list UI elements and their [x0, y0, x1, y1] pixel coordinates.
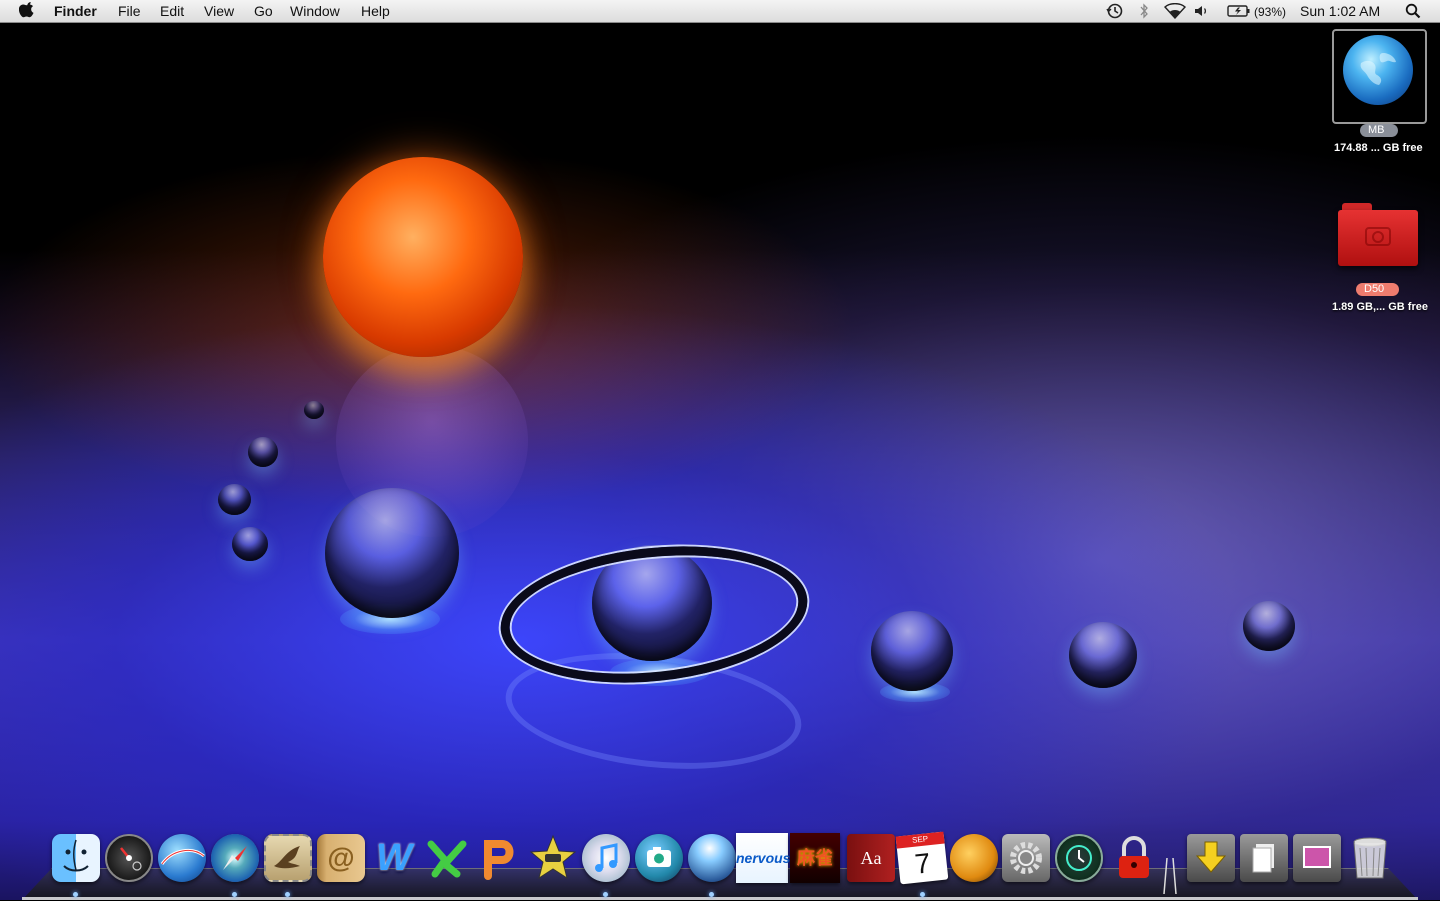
word-icon[interactable]: W — [370, 834, 418, 882]
imovie-icon[interactable] — [529, 834, 577, 882]
dictionary-glyph: Aa — [860, 848, 882, 868]
menu-help[interactable]: Help — [361, 3, 390, 19]
calendar-icon[interactable]: SEP 7 — [895, 831, 949, 885]
red-folder-icon[interactable] — [1338, 210, 1418, 266]
safari-running-indicator — [232, 892, 237, 897]
globe-drive-icon[interactable] — [1343, 35, 1413, 105]
compass-needle — [223, 846, 247, 870]
download-arrow-icon — [1195, 841, 1227, 873]
trash-icon[interactable] — [1346, 834, 1394, 882]
address-book-icon[interactable]: @ — [317, 834, 365, 882]
mail-running-indicator — [285, 892, 290, 897]
camera-emblem-icon — [1365, 227, 1391, 246]
padlock-icon[interactable] — [1110, 834, 1158, 882]
orb-running-indicator — [709, 892, 714, 897]
itunes-running-indicator — [603, 892, 608, 897]
volume-icon[interactable] — [1194, 3, 1210, 19]
safari-icon[interactable] — [211, 834, 259, 882]
camera-glyph — [647, 847, 671, 867]
google-earth-icon[interactable] — [158, 834, 206, 882]
planet-neptune — [1069, 622, 1137, 688]
music-note — [595, 843, 618, 872]
volume-name-mb[interactable]: MB — [1360, 124, 1398, 137]
menu-go[interactable]: Go — [254, 3, 273, 19]
menu-view[interactable]: View — [204, 3, 234, 19]
dashboard-icon[interactable] — [105, 834, 153, 882]
downloads-stack-icon[interactable] — [1187, 834, 1235, 882]
menu-edit[interactable]: Edit — [160, 3, 184, 19]
planet-jupiter — [325, 488, 459, 618]
menu-window[interactable]: Window — [290, 3, 340, 19]
planet-uranus — [871, 611, 953, 691]
earth-swoosh — [160, 848, 205, 865]
apple-menu-icon[interactable] — [19, 2, 35, 20]
game-icon[interactable] — [950, 834, 998, 882]
powerpoint-icon[interactable] — [476, 834, 524, 882]
trash-can-glyph — [1353, 837, 1387, 879]
calendar-day: 7 — [913, 847, 932, 880]
finder-running-indicator — [73, 892, 78, 897]
document-icon — [1252, 844, 1274, 873]
time-machine-icon[interactable] — [1106, 3, 1124, 19]
time-machine-app-icon[interactable] — [1055, 834, 1103, 882]
planet-mercury — [304, 401, 324, 419]
battery-percent: (93%) — [1254, 5, 1287, 19]
volume-info-d50: 1.89 GB,... GB free — [1332, 301, 1428, 313]
sun-sphere — [323, 157, 523, 357]
volume-info-mb: 174.88 ... GB free — [1334, 142, 1423, 154]
wifi-icon[interactable] — [1164, 3, 1186, 19]
dictionary-icon[interactable]: Aa — [847, 834, 895, 882]
orb-icon[interactable] — [688, 834, 736, 882]
volume-name-d50[interactable]: D50 — [1356, 283, 1399, 296]
pictures-stack-icon[interactable] — [1293, 834, 1341, 882]
gear-icon — [1010, 842, 1042, 874]
dock-separator[interactable] — [1163, 858, 1177, 894]
menu-clock[interactable]: Sun 1:02 AM — [1300, 3, 1380, 19]
planet-mars — [232, 527, 268, 561]
picture-icon — [1303, 846, 1331, 868]
menu-bar: Finder File Edit View Go Window Help (93… — [0, 0, 1440, 23]
clock-glyph — [1066, 845, 1092, 871]
mahjong-icon[interactable]: 麻雀 — [790, 833, 840, 883]
imovie-star — [529, 834, 577, 880]
eagle-stamp — [274, 846, 300, 869]
spotlight-icon[interactable] — [1405, 3, 1421, 19]
documents-stack-icon[interactable] — [1240, 834, 1288, 882]
excel-icon[interactable] — [423, 834, 471, 882]
mahjong-glyph: 麻雀 — [797, 848, 833, 868]
camera-icon[interactable] — [635, 834, 683, 882]
at-sign-glyph: @ — [327, 842, 355, 873]
finder-icon[interactable] — [52, 834, 100, 882]
finder-face — [63, 839, 89, 872]
itunes-icon[interactable] — [582, 834, 630, 882]
mail-icon[interactable] — [264, 834, 312, 882]
nervous-icon[interactable]: nervous — [736, 833, 791, 883]
powerpoint-glyph — [484, 840, 514, 880]
padlock-glyph — [1119, 836, 1149, 878]
system-preferences-icon[interactable] — [1002, 834, 1050, 882]
app-menu-finder[interactable]: Finder — [54, 3, 97, 19]
excel-glyph — [427, 840, 467, 878]
calendar-running-indicator — [920, 892, 925, 897]
dashboard-gauge — [120, 847, 142, 871]
nervous-glyph: nervous — [736, 850, 791, 866]
globe-continents — [1360, 53, 1396, 85]
bluetooth-icon[interactable] — [1139, 3, 1149, 19]
planet-pluto — [1243, 601, 1295, 651]
planet-venus — [248, 437, 278, 467]
battery-icon[interactable] — [1227, 3, 1251, 19]
menu-file[interactable]: File — [118, 3, 141, 19]
desktop-wallpaper — [0, 0, 1440, 900]
planet-earth — [218, 484, 251, 515]
word-glyph: W — [376, 837, 412, 879]
